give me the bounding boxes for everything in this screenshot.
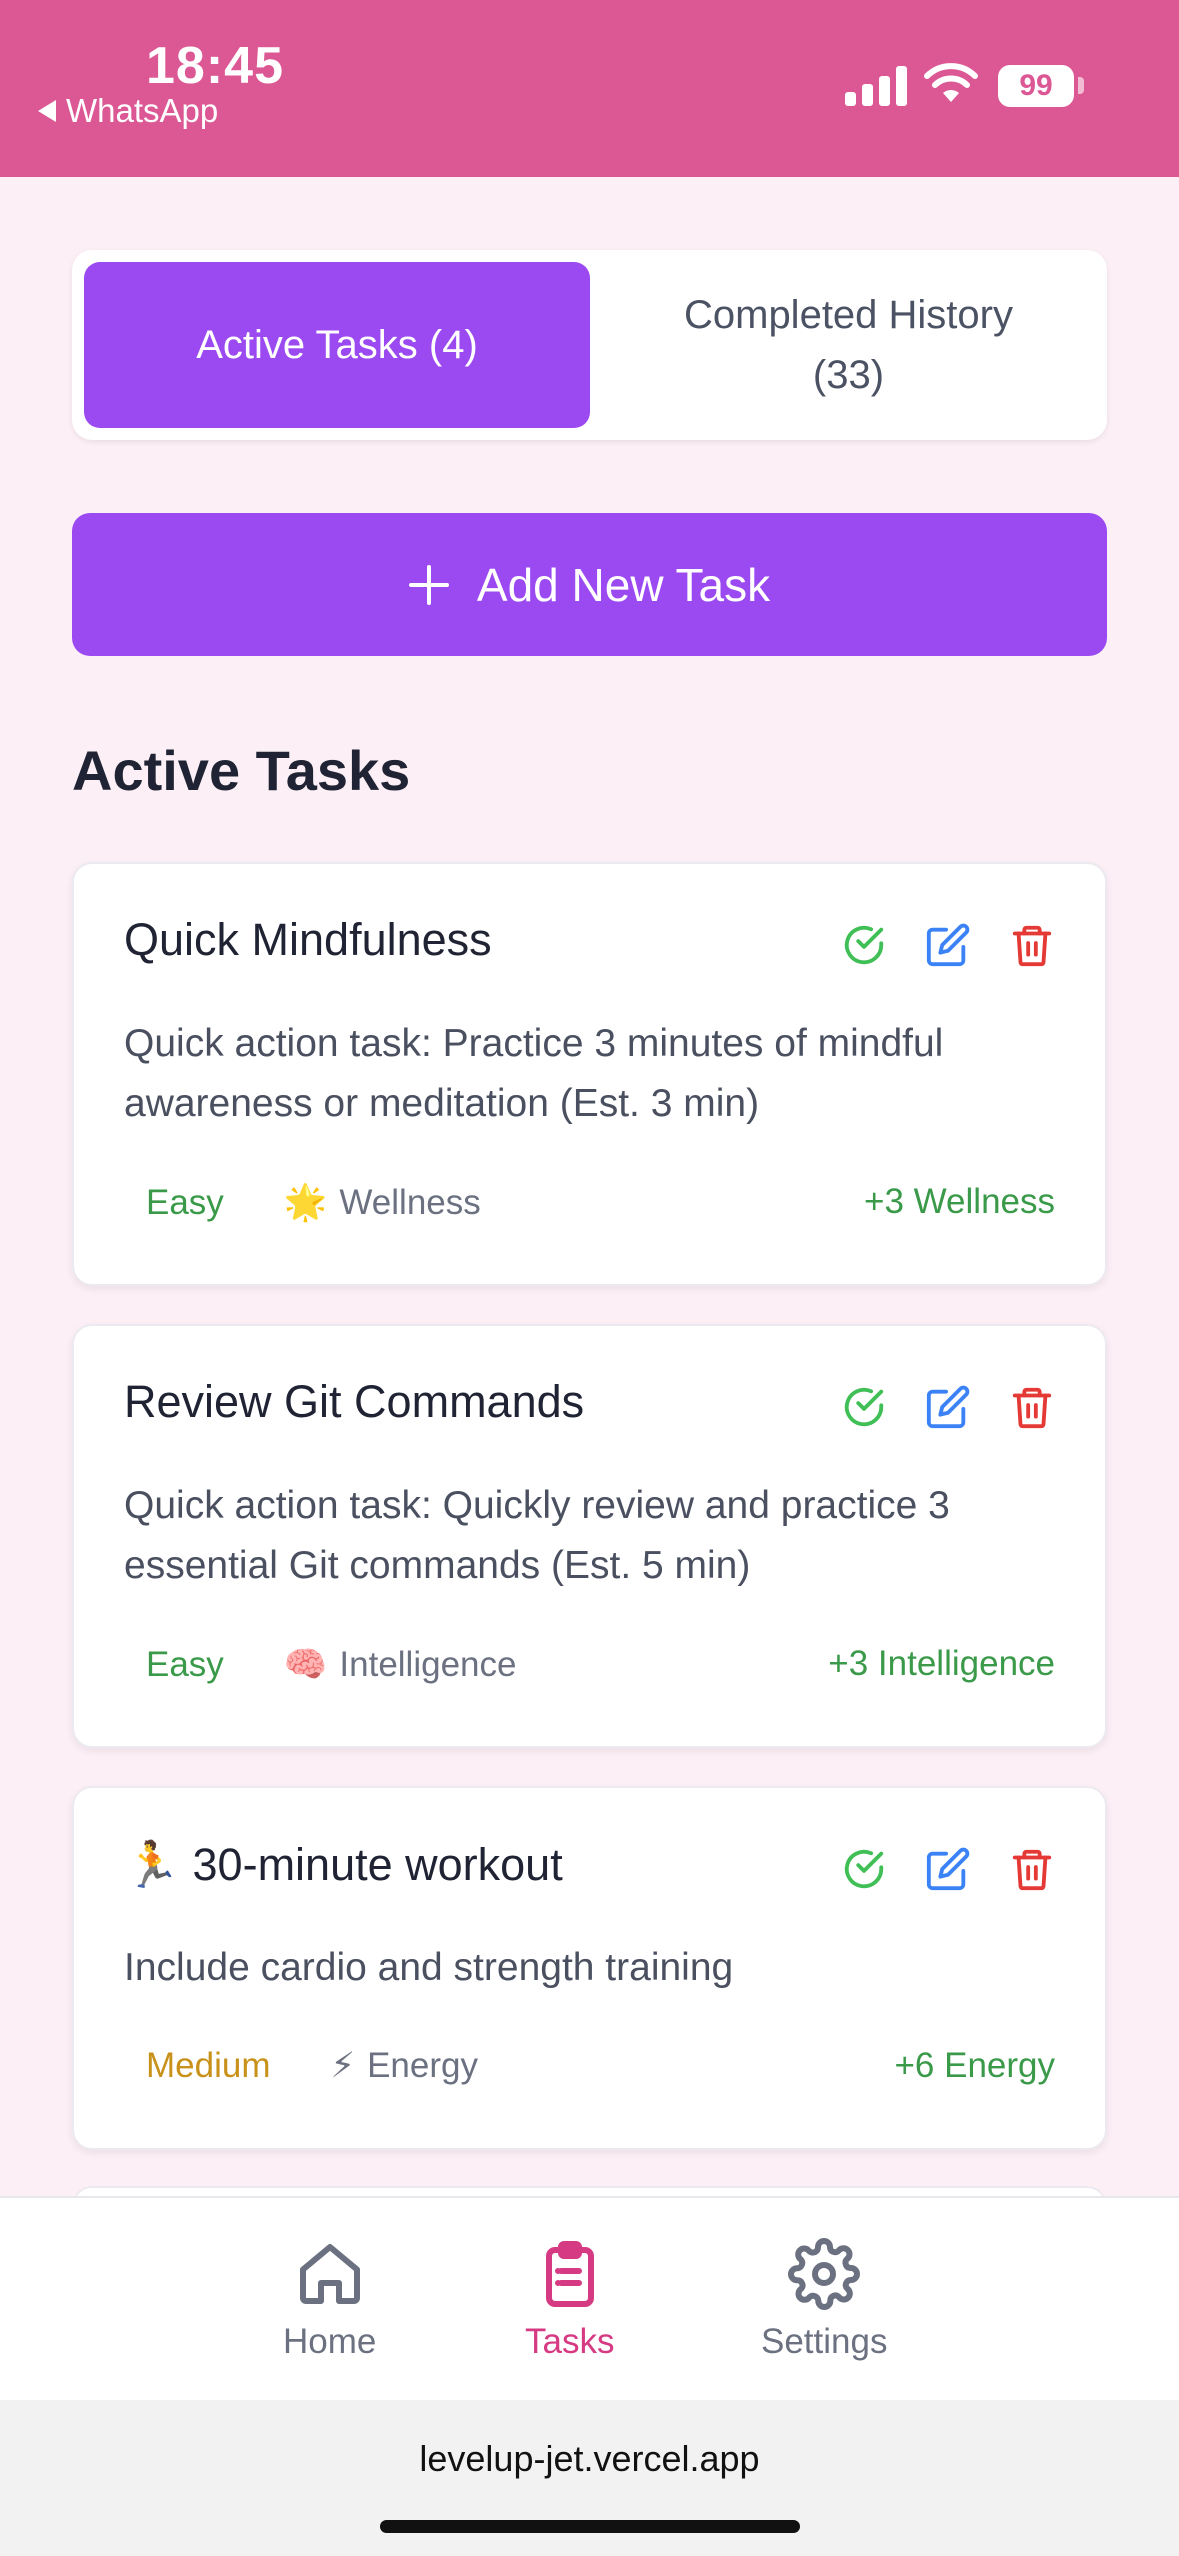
star-icon: 🌟 xyxy=(283,1183,328,1222)
task-actions xyxy=(841,1384,1055,1430)
delete-trash-icon[interactable] xyxy=(1009,922,1055,968)
nav-home-label: Home xyxy=(283,2322,377,2361)
task-card: Review Git Commands Quick action task: Q… xyxy=(72,1324,1107,1748)
edit-icon[interactable] xyxy=(925,1384,971,1430)
nav-tasks[interactable]: Tasks xyxy=(525,2238,614,2362)
task-description: Include cardio and strength training xyxy=(124,1946,734,1989)
add-new-task-button[interactable]: Add New Task xyxy=(72,513,1107,656)
task-title: 🏃 30-minute workout xyxy=(124,1839,563,1890)
back-app-label: WhatsApp xyxy=(66,92,219,129)
difficulty-badge: Easy xyxy=(146,1644,224,1684)
lightning-icon: ⚡ xyxy=(330,2046,356,2085)
nav-settings-label: Settings xyxy=(761,2322,888,2361)
task-description: Quick action task: Practice 3 minutes of… xyxy=(124,1022,944,1125)
task-meta: Medium ⚡ Energy xyxy=(146,2046,478,2086)
complete-check-icon[interactable] xyxy=(841,1846,887,1892)
cellular-signal-icon xyxy=(845,64,907,106)
home-indicator[interactable] xyxy=(380,2520,800,2533)
battery-tip xyxy=(1078,77,1084,94)
complete-check-icon[interactable] xyxy=(841,1384,887,1430)
task-card: Quick Mindfulness Quick action task: Pra… xyxy=(72,862,1107,1286)
reward-label: +3 Intelligence xyxy=(828,1644,1055,1683)
reward-label: +3 Wellness xyxy=(864,1182,1055,1221)
url-text[interactable]: levelup-jet.vercel.app xyxy=(0,2438,1179,2480)
tab-active-tasks[interactable]: Active Tasks (4) xyxy=(84,262,590,428)
category-badge: ⚡ Energy xyxy=(330,2046,477,2086)
complete-check-icon[interactable] xyxy=(841,922,887,968)
task-actions xyxy=(841,1846,1055,1892)
gear-icon xyxy=(788,2238,861,2310)
browser-url-bar: levelup-jet.vercel.app xyxy=(0,2400,1179,2556)
category-label: Intelligence xyxy=(339,1644,517,1684)
nav-home[interactable]: Home xyxy=(283,2238,376,2362)
bottom-nav: Home Tasks Settings xyxy=(0,2196,1179,2400)
clipboard-icon xyxy=(545,2241,594,2307)
category-label: Energy xyxy=(367,2046,478,2085)
delete-trash-icon[interactable] xyxy=(1009,1384,1055,1430)
status-bar: 18:45 WhatsApp 99 xyxy=(0,0,1179,177)
nav-settings[interactable]: Settings xyxy=(761,2238,887,2362)
battery-icon: 99 xyxy=(998,65,1074,107)
category-label: Wellness xyxy=(339,1182,481,1222)
back-to-app-link[interactable]: WhatsApp xyxy=(38,92,218,130)
tab-completed-history[interactable]: Completed History (33) xyxy=(602,262,1095,428)
task-card: 🏃 30-minute workout Include cardio and s… xyxy=(72,1786,1107,2150)
edit-icon[interactable] xyxy=(925,1846,971,1892)
back-arrow-icon xyxy=(38,100,56,122)
difficulty-badge: Easy xyxy=(146,1182,224,1222)
section-title: Active Tasks xyxy=(72,739,411,802)
task-title: Quick Mindfulness xyxy=(124,914,492,965)
category-badge: 🌟 Wellness xyxy=(284,1182,481,1223)
reward-label: +6 Energy xyxy=(894,2046,1055,2085)
task-tabs: Active Tasks (4) Completed History (33) xyxy=(72,250,1107,440)
task-description: Quick action task: Quickly review and pr… xyxy=(124,1484,950,1587)
delete-trash-icon[interactable] xyxy=(1009,1846,1055,1892)
category-badge: 🧠 Intelligence xyxy=(284,1644,517,1685)
home-icon xyxy=(299,2244,360,2304)
task-actions xyxy=(841,922,1055,968)
plus-icon xyxy=(408,564,449,605)
task-meta: Easy 🧠 Intelligence xyxy=(146,1644,516,1685)
wifi-icon xyxy=(924,63,978,102)
task-title: Review Git Commands xyxy=(124,1376,585,1427)
brain-icon: 🧠 xyxy=(283,1645,328,1684)
status-time: 18:45 xyxy=(146,37,284,95)
edit-icon[interactable] xyxy=(925,922,971,968)
add-new-task-label: Add New Task xyxy=(476,558,771,611)
nav-tasks-label: Tasks xyxy=(525,2322,615,2361)
difficulty-badge: Medium xyxy=(146,2046,271,2085)
task-meta: Easy 🌟 Wellness xyxy=(146,1182,481,1223)
